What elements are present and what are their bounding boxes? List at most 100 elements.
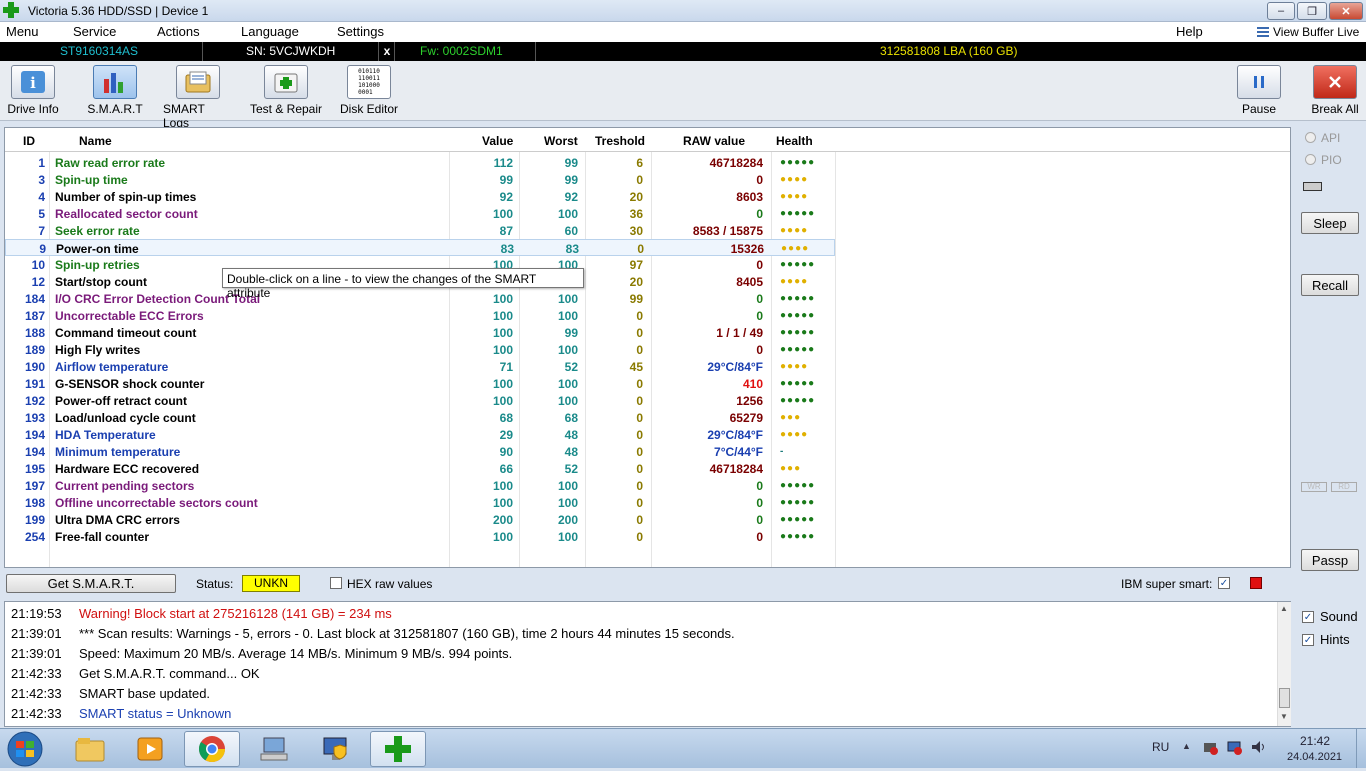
table-row[interactable]: 188 Command timeout count 100 99 0 1 / 1 / 49… [5, 324, 835, 341]
table-row[interactable]: 197 Current pending sectors 100 100 0 0 ●●●●● [5, 477, 835, 494]
table-row[interactable]: 189 High Fly writes 100 100 0 0 ●●●●● [5, 341, 835, 358]
victoria-app-icon[interactable] [3, 2, 19, 18]
explorer-taskbar-icon[interactable] [62, 731, 118, 767]
cell-thr: 20 [629, 275, 643, 289]
menu-settings[interactable]: Settings [337, 24, 384, 39]
chrome-taskbar-icon[interactable] [184, 731, 240, 767]
menu-help[interactable]: Help [1176, 24, 1203, 39]
header-treshold[interactable]: Treshold [595, 134, 645, 148]
table-row[interactable]: 4 Number of spin-up times 92 92 20 8603 ●●●● [5, 188, 835, 205]
drive-info-button[interactable]: i Drive Info [6, 65, 60, 116]
device-model[interactable]: ST9160314AS [0, 42, 203, 61]
log-scrollbar[interactable]: ▲ ▼ [1277, 602, 1291, 726]
table-row[interactable]: 1 Raw read error rate 112 99 6 46718284 ●●●●● [5, 154, 835, 171]
cell-id: 197 [24, 479, 45, 493]
scroll-thumb[interactable] [1279, 688, 1290, 708]
table-row[interactable]: 5 Reallocated sector count 100 100 36 0 ●●●●● [5, 205, 835, 222]
break-all-button[interactable]: Break All [1309, 65, 1361, 116]
header-value[interactable]: Value [482, 134, 513, 148]
stop-x-icon [1313, 65, 1357, 99]
table-row[interactable]: 195 Hardware ECC recovered 66 52 0 46718284 ●●… [5, 460, 835, 477]
table-row[interactable]: 199 Ultra DMA CRC errors 200 200 0 0 ●●●●● [5, 511, 835, 528]
menu-actions[interactable]: Actions [157, 24, 200, 39]
cell-thr: 0 [636, 173, 643, 187]
pause-button[interactable]: Pause [1236, 65, 1282, 116]
cell-raw: 0 [756, 292, 763, 306]
scroll-up-icon[interactable]: ▲ [1280, 604, 1288, 613]
header-health[interactable]: Health [776, 134, 813, 148]
clock-time[interactable]: 21:42 [1300, 734, 1330, 748]
computer-taskbar-icon[interactable] [246, 731, 302, 767]
header-raw-value[interactable]: RAW value [683, 134, 745, 148]
table-row[interactable]: 191 G-SENSOR shock counter 100 100 0 410 ●●●●● [5, 375, 835, 392]
api-radio[interactable] [1305, 132, 1316, 143]
table-row[interactable]: 194 Minimum temperature 90 48 0 7°C/44°F - [5, 443, 835, 460]
show-desktop-button[interactable] [1356, 729, 1366, 768]
menu-language[interactable]: Language [241, 24, 299, 39]
media-player-taskbar-icon[interactable] [122, 731, 178, 767]
sleep-button[interactable]: Sleep [1301, 212, 1359, 234]
menu-menu[interactable]: Menu [6, 24, 39, 39]
victoria-taskbar-icon[interactable] [370, 731, 426, 767]
table-row[interactable]: 194 HDA Temperature 29 48 0 29°C/84°F ●●●● [5, 426, 835, 443]
test-repair-button[interactable]: Test & Repair [248, 65, 324, 116]
disk-editor-button[interactable]: 010110 110011 101000 0001 Disk Editor [338, 65, 400, 116]
restore-button[interactable]: ❐ [1297, 2, 1327, 20]
table-row[interactable]: 3 Spin-up time 99 99 0 0 ●●●● [5, 171, 835, 188]
tray-expand-icon[interactable]: ▲ [1182, 741, 1191, 751]
smart-logs-button[interactable]: SMART Logs [163, 65, 233, 130]
scroll-down-icon[interactable]: ▼ [1280, 712, 1288, 721]
table-row[interactable]: 184 I/O CRC Error Detection Count Total 10… [5, 290, 835, 307]
tray-device-icon[interactable] [1202, 739, 1218, 755]
passp-button[interactable]: Passp [1301, 549, 1359, 571]
minimize-button[interactable]: – [1267, 2, 1295, 20]
close-button[interactable]: ✕ [1329, 2, 1363, 20]
smart-table: ID Name Value Worst Treshold RAW value H… [4, 127, 1291, 568]
table-row[interactable]: 193 Load/unload cycle count 68 68 0 65279 ●●● [5, 409, 835, 426]
log-panel[interactable]: 21:19:53 Warning! Block start at 27521612… [4, 601, 1291, 727]
cell-id: 188 [24, 326, 45, 340]
cell-thr: 97 [629, 258, 643, 272]
table-row[interactable]: 7 Seek error rate 87 60 30 8583 / 15875 ●●●● [5, 222, 835, 239]
hints-checkbox[interactable]: ✓ [1302, 634, 1314, 646]
cell-health: ●●●●● [780, 208, 816, 219]
clock-date[interactable]: 24.04.2021 [1287, 751, 1342, 763]
get-smart-button[interactable]: Get S.M.A.R.T. [6, 574, 176, 593]
header-name[interactable]: Name [79, 134, 112, 148]
table-row[interactable]: 187 Uncorrectable ECC Errors 100 100 0 0 ●●●●● [5, 307, 835, 324]
recall-button[interactable]: Recall [1301, 274, 1359, 296]
table-row[interactable]: 190 Airflow temperature 71 52 45 29°C/84°F ●●●… [5, 358, 835, 375]
cell-thr: 36 [629, 207, 643, 221]
cell-id: 189 [24, 343, 45, 357]
cell-id: 192 [24, 394, 45, 408]
start-button[interactable] [4, 730, 46, 768]
smart-button[interactable]: S.M.A.R.T [86, 65, 144, 116]
table-row[interactable]: 198 Offline uncorrectable sectors count 10… [5, 494, 835, 511]
ibm-super-smart-checkbox[interactable]: ✓ [1218, 577, 1230, 589]
cell-thr: 0 [636, 445, 643, 459]
table-row[interactable]: 9 Power-on time 83 83 0 15326 ●●●● [5, 239, 835, 256]
tray-network-icon[interactable] [1226, 739, 1242, 755]
cell-name: Uncorrectable ECC Errors [55, 309, 204, 323]
view-buffer-live[interactable]: View Buffer Live [1273, 25, 1359, 39]
sound-checkbox[interactable]: ✓ [1302, 611, 1314, 623]
table-row[interactable]: 254 Free-fall counter 100 100 0 0 ●●●●● [5, 528, 835, 545]
cell-name: HDA Temperature [55, 428, 156, 442]
log-message: *** Scan results: Warnings - 5, errors -… [79, 626, 735, 641]
monitor-shield-taskbar-icon[interactable] [308, 731, 364, 767]
status-row: Get S.M.A.R.T. Status: UNKN HEX raw valu… [0, 570, 1292, 598]
cell-name: Start/stop count [55, 275, 147, 289]
menu-service[interactable]: Service [73, 24, 116, 39]
table-row[interactable]: 192 Power-off retract count 100 100 0 1256 ●●●… [5, 392, 835, 409]
cell-name: Power-on time [56, 242, 139, 256]
device-close-x[interactable]: x [380, 42, 395, 61]
tray-volume-icon[interactable] [1250, 739, 1266, 755]
header-worst[interactable]: Worst [544, 134, 578, 148]
device-lba: 312581808 LBA (160 GB) [880, 44, 1018, 58]
cell-name: Command timeout count [55, 326, 197, 340]
language-indicator[interactable]: RU [1152, 740, 1169, 754]
hex-raw-checkbox[interactable] [330, 577, 342, 589]
pio-radio[interactable] [1305, 154, 1316, 165]
cell-health: - [780, 446, 785, 457]
header-id[interactable]: ID [23, 134, 35, 148]
